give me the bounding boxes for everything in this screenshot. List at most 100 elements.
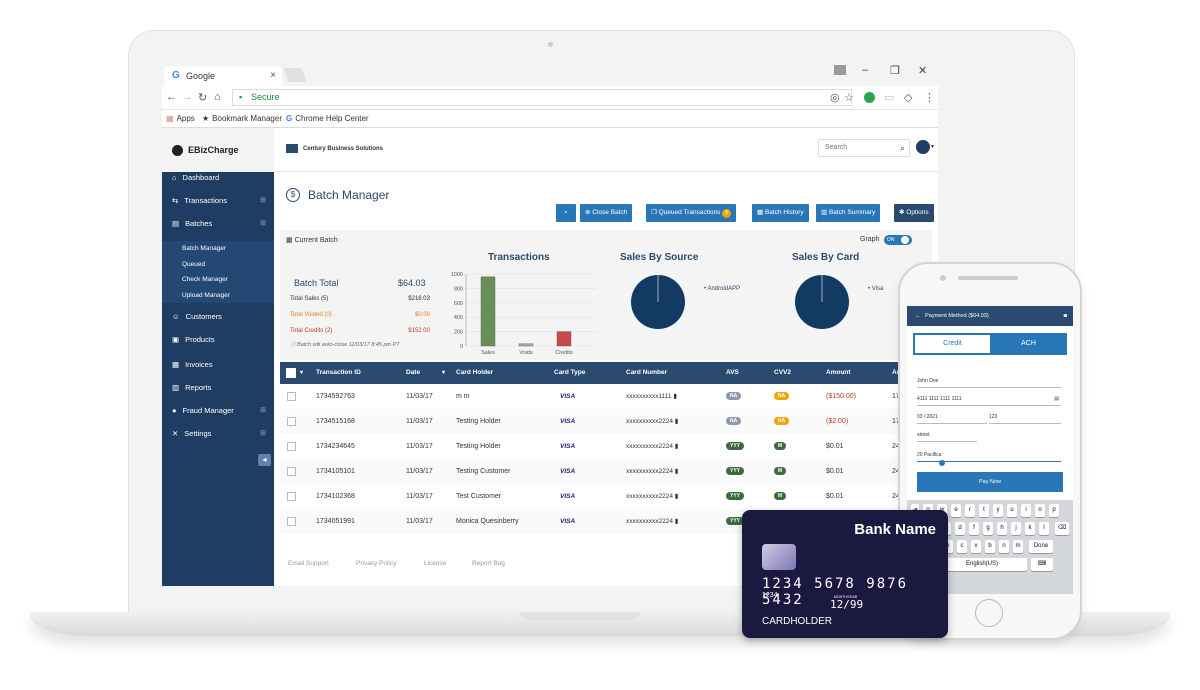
- tab-ach[interactable]: ACH: [991, 335, 1066, 353]
- close-batch-button[interactable]: ⊗ Close Batch: [580, 204, 633, 222]
- subnav-item-queued[interactable]: Queued: [162, 257, 274, 273]
- address-input[interactable]: ▪ Secure: [232, 89, 852, 106]
- user-avatar[interactable]: [916, 140, 930, 154]
- key-l[interactable]: l: [1039, 522, 1049, 535]
- sidebar-item-settings[interactable]: ✕ Settings ⊞: [162, 422, 274, 444]
- key-f[interactable]: f: [969, 522, 979, 535]
- search-input[interactable]: Search ⌕: [818, 139, 910, 157]
- key-c[interactable]: c: [957, 540, 967, 553]
- batch-summary-button[interactable]: ▥ Batch Summary: [816, 204, 881, 222]
- bookmark-manager[interactable]: ★ Bookmark Manager: [202, 110, 282, 128]
- subnav-item-upload-manager[interactable]: Upload Manager: [162, 288, 274, 304]
- expand-icon[interactable]: ⊞: [260, 406, 266, 414]
- key-t[interactable]: t: [979, 504, 989, 517]
- sidebar-item-fraud-manager[interactable]: ● Fraud Manager ⊞: [162, 399, 274, 421]
- expand-icon[interactable]: ⊞: [260, 219, 266, 227]
- subnav-item-check-manager[interactable]: Check Manager: [162, 272, 274, 288]
- tab-credit[interactable]: Credit: [915, 335, 990, 353]
- header-card-number[interactable]: Card Number: [626, 362, 667, 384]
- options-button[interactable]: ✱ Options: [894, 204, 934, 222]
- phone-home-button[interactable]: [975, 599, 1003, 627]
- close-window-button[interactable]: ✕: [918, 64, 927, 77]
- header-card-type[interactable]: Card Type: [554, 362, 585, 384]
- expand-icon[interactable]: ⊞: [260, 429, 266, 437]
- row-checkbox[interactable]: [287, 492, 296, 501]
- sidebar-item-reports[interactable]: ▥ Reports: [162, 376, 274, 398]
- back-icon[interactable]: ←: [166, 91, 177, 103]
- cardholder-name-field[interactable]: John Doe: [917, 378, 1061, 388]
- sidebar-item-batches[interactable]: ▤ Batches ⊞: [162, 212, 274, 234]
- row-checkbox[interactable]: [287, 417, 296, 426]
- select-all-checkbox[interactable]: [286, 368, 296, 378]
- key-d[interactable]: d: [955, 522, 965, 535]
- table-row[interactable]: 1734234645 11/03/17 Testing Holder VISA xxxx…: [280, 434, 932, 459]
- extension3-icon[interactable]: ◇: [904, 91, 912, 104]
- batch-history-button[interactable]: ▦ Batch History: [752, 204, 809, 222]
- new-tab-button[interactable]: [283, 68, 307, 82]
- star-icon[interactable]: ☆: [844, 91, 854, 104]
- header-date[interactable]: Date: [406, 362, 420, 384]
- sort-icon[interactable]: ▾: [442, 362, 445, 384]
- sidebar-item-products[interactable]: ▣ Products: [162, 328, 274, 350]
- row-checkbox[interactable]: [287, 442, 296, 451]
- key-k[interactable]: k: [1025, 522, 1035, 535]
- forward-icon[interactable]: →: [182, 91, 193, 103]
- collapse-sidebar-button[interactable]: ◂: [258, 454, 271, 466]
- search-icon[interactable]: ⌕: [900, 140, 905, 156]
- cvv-field[interactable]: 123: [989, 414, 1061, 424]
- done-key[interactable]: Done: [1029, 540, 1053, 553]
- back-icon[interactable]: ←: [915, 313, 921, 319]
- sidebar-item-transactions[interactable]: ⇆ Transactions ⊞: [162, 189, 274, 211]
- sidebar-item-invoices[interactable]: ▦ Invoices: [162, 353, 274, 375]
- sidebar-item-dashboard[interactable]: ⌂ Dashboard: [162, 166, 274, 188]
- key-p[interactable]: p: [1049, 504, 1059, 517]
- reload-icon[interactable]: ↻: [198, 91, 207, 104]
- header-cvv2[interactable]: CVV2: [774, 362, 791, 384]
- key-b[interactable]: b: [985, 540, 995, 553]
- key-r[interactable]: r: [965, 504, 975, 517]
- key-n[interactable]: n: [999, 540, 1009, 553]
- browser-tab[interactable]: G Google ×: [164, 66, 282, 86]
- row-checkbox[interactable]: [287, 517, 296, 526]
- extension-icon[interactable]: [864, 92, 875, 103]
- row-checkbox[interactable]: [287, 467, 296, 476]
- home-icon[interactable]: ⌂: [214, 91, 221, 103]
- tab-close-icon[interactable]: ×: [270, 66, 276, 86]
- footer-email-support[interactable]: Email Support: [288, 560, 329, 567]
- table-row[interactable]: 1734515168 11/03/17 Testing Holder VISA xxxx…: [280, 409, 932, 434]
- pay-now-button[interactable]: Pay Now: [917, 472, 1063, 492]
- bookmark-apps[interactable]: ▦ Apps: [166, 110, 195, 128]
- chevron-down-icon[interactable]: ▾: [931, 143, 934, 150]
- key-g[interactable]: g: [983, 522, 993, 535]
- chevron-down-icon[interactable]: ▾: [300, 362, 303, 384]
- key-o[interactable]: o: [1035, 504, 1045, 517]
- address-field[interactable]: street: [917, 432, 977, 442]
- expiry-field[interactable]: 03 / 2021: [917, 414, 987, 424]
- header-transaction-id[interactable]: Transaction ID: [316, 362, 361, 384]
- key-i[interactable]: i: [1021, 504, 1031, 517]
- backspace-key[interactable]: ⌫: [1055, 522, 1069, 535]
- key-u[interactable]: u: [1007, 504, 1017, 517]
- sidebar-item-customers[interactable]: ☺ Customers: [162, 305, 274, 327]
- header-avs[interactable]: AVS: [726, 362, 739, 384]
- key-j[interactable]: j: [1011, 522, 1021, 535]
- keyboard-icon[interactable]: ⌨: [1031, 558, 1053, 571]
- queued-transactions-button[interactable]: ❐ Queued Transactions 6: [646, 204, 737, 222]
- location-icon[interactable]: ◎: [830, 91, 840, 104]
- search-batch-button[interactable]: ⌕: [556, 204, 576, 222]
- key-h[interactable]: h: [997, 522, 1007, 535]
- text-cursor-handle[interactable]: [939, 460, 945, 466]
- key-m[interactable]: m: [1013, 540, 1023, 553]
- subnav-item-batch-manager[interactable]: Batch Manager: [162, 241, 274, 257]
- download-icon[interactable]: [834, 65, 846, 75]
- table-row[interactable]: 1734105101 11/03/17 Testing Customer VISA xx…: [280, 459, 932, 484]
- key-y[interactable]: y: [993, 504, 1003, 517]
- maximize-button[interactable]: ❐: [890, 64, 900, 77]
- row-checkbox[interactable]: [287, 392, 296, 401]
- space-key[interactable]: English(US): [937, 558, 1027, 571]
- expand-icon[interactable]: ⊞: [260, 196, 266, 204]
- footer-privacy-policy[interactable]: Privacy Policy: [356, 560, 396, 567]
- card-number-field[interactable]: 4111 1111 1111 1111 ▤: [917, 396, 1061, 406]
- bookmark-help[interactable]: G Chrome Help Center: [286, 110, 369, 128]
- table-row[interactable]: 1734102368 11/03/17 Test Customer VISA xxxxx…: [280, 484, 932, 509]
